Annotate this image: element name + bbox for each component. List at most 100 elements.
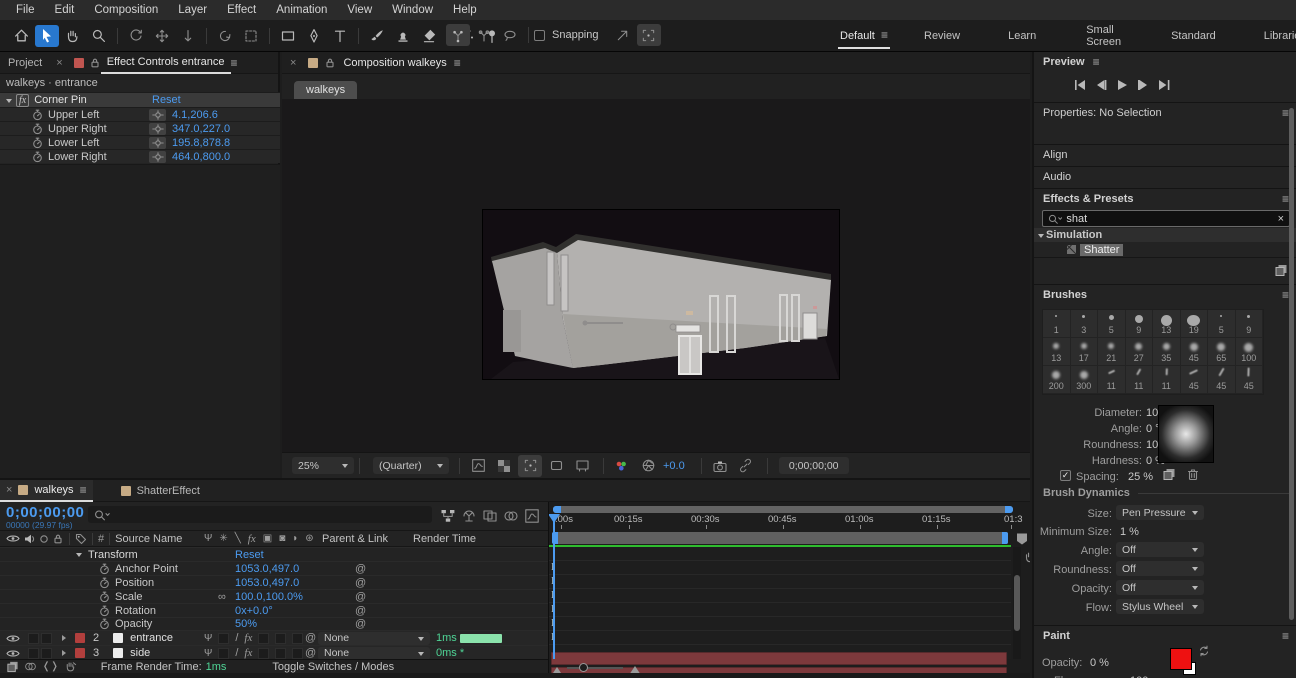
work-area-end-handle[interactable]: [1002, 532, 1008, 544]
composition-viewer[interactable]: [282, 99, 1030, 452]
pickwhip-icon[interactable]: @: [355, 577, 366, 589]
collapse-group-icon[interactable]: [1038, 234, 1044, 241]
panel-scrollbar[interactable]: [1289, 108, 1294, 620]
snap-features-icon[interactable]: [637, 24, 661, 46]
switch-box[interactable]: [275, 648, 286, 659]
brush-preset[interactable]: 100: [1236, 338, 1264, 366]
expand-layer-icon[interactable]: [62, 635, 69, 641]
corner-target-icon[interactable]: [149, 109, 166, 121]
orbit-camera-tool[interactable]: [124, 25, 148, 47]
pickwhip-icon[interactable]: @: [355, 618, 366, 630]
panel-menu-icon[interactable]: ≡: [231, 56, 238, 70]
mask-visibility-icon[interactable]: [544, 455, 568, 477]
effects-group-row[interactable]: Simulation: [1034, 228, 1296, 242]
snap-arrow-icon[interactable]: [611, 24, 635, 46]
menu-help[interactable]: Help: [443, 4, 487, 16]
transform-reset-link[interactable]: Reset: [235, 549, 264, 561]
zoom-tool[interactable]: [87, 25, 111, 47]
constrain-proportions-icon[interactable]: ∞: [218, 591, 226, 603]
viewer-timecode[interactable]: 0;00;00;00: [779, 457, 849, 474]
brush-preset[interactable]: 9: [1126, 310, 1154, 338]
timeline-h-scrollbar[interactable]: [553, 506, 1013, 513]
pickwhip-icon[interactable]: @: [355, 605, 366, 617]
min-size-value[interactable]: 1 %: [1120, 526, 1139, 538]
new-animation-preset-icon[interactable]: [1274, 263, 1288, 277]
toggle-switches-modes-button[interactable]: Toggle Switches / Modes: [272, 661, 394, 673]
solo-toggle[interactable]: [41, 648, 52, 659]
brush-preset[interactable]: 11: [1126, 366, 1154, 394]
brush-preset[interactable]: 45: [1208, 366, 1236, 394]
effect-header-row[interactable]: fx Corner Pin Reset: [0, 92, 280, 107]
brush-preset[interactable]: 11: [1153, 366, 1181, 394]
brush-preset[interactable]: 19: [1181, 310, 1209, 338]
dolly-camera-tool[interactable]: [176, 25, 200, 47]
panel-menu-icon[interactable]: ≡: [454, 56, 461, 70]
layer-label-chip[interactable]: [75, 633, 85, 643]
frame-blending-icon[interactable]: [482, 508, 498, 524]
param-value[interactable]: 4.1,206.6: [172, 109, 218, 121]
brush-preset[interactable]: 17: [1071, 338, 1099, 366]
effects-item-row[interactable]: Shatter: [1034, 242, 1296, 257]
brush-preset[interactable]: 9: [1236, 310, 1264, 338]
layer-visibility-icon[interactable]: [6, 649, 20, 658]
last-frame-button[interactable]: [1158, 80, 1170, 90]
foreground-color-swatch[interactable]: [1170, 648, 1192, 670]
show-snapshot-icon[interactable]: [734, 455, 758, 477]
switch-box[interactable]: [218, 648, 229, 659]
anchor-switch-icon[interactable]: Ψ: [204, 648, 212, 659]
zoom-in-mountain-icon[interactable]: [629, 660, 641, 673]
property-value[interactable]: 1053.0,497.0: [235, 563, 299, 575]
switch-box[interactable]: [292, 648, 303, 659]
layer-label-chip[interactable]: [75, 648, 85, 658]
guides-options-icon[interactable]: [570, 455, 594, 477]
brush-preset[interactable]: 45: [1236, 366, 1264, 394]
workspace-review[interactable]: Review: [922, 24, 962, 47]
region-of-interest-icon[interactable]: [518, 455, 542, 477]
quality-switch-icon[interactable]: /: [235, 647, 238, 659]
brush-preset[interactable]: 200: [1043, 366, 1071, 394]
effect-reset-link[interactable]: Reset: [152, 94, 181, 106]
expand-in-out-icon[interactable]: ❬❭: [42, 661, 59, 672]
property-value[interactable]: 50%: [235, 618, 257, 630]
layer-visibility-icon[interactable]: [6, 634, 20, 643]
align-title[interactable]: Align: [1043, 149, 1067, 161]
brush-preset[interactable]: 21: [1098, 338, 1126, 366]
fx-badge-icon[interactable]: fx: [16, 94, 29, 107]
fast-previews-icon[interactable]: [466, 455, 490, 477]
spacing-value[interactable]: 25 %: [1128, 471, 1153, 483]
time-ruler[interactable]: :00s 00:15s 00:30s 00:45s 01:00s 01:15s …: [549, 514, 1030, 530]
play-button[interactable]: [1116, 80, 1128, 90]
menu-layer[interactable]: Layer: [168, 4, 217, 16]
type-tool[interactable]: [328, 25, 352, 47]
audio-toggle[interactable]: [28, 633, 39, 644]
flow-dropdown[interactable]: Stylus Wheel: [1116, 599, 1204, 614]
layer-color-box[interactable]: [113, 648, 123, 658]
hand-tool[interactable]: [61, 25, 85, 47]
workspace-standard[interactable]: Standard: [1169, 24, 1218, 47]
camera-tool[interactable]: [239, 25, 263, 47]
effect-item-label[interactable]: Shatter: [1080, 244, 1123, 256]
stopwatch-icon[interactable]: [99, 563, 110, 575]
new-brush-icon[interactable]: [1162, 467, 1176, 481]
brush-preset[interactable]: 27: [1126, 338, 1154, 366]
brush-preset[interactable]: 3: [1071, 310, 1099, 338]
stopwatch-icon[interactable]: [99, 618, 110, 630]
timeline-hand-icon[interactable]: [1023, 550, 1030, 564]
layer-row-entrance[interactable]: 2 entrance Ψ / fx @ None 1ms: [0, 630, 548, 645]
stopwatch-icon[interactable]: [99, 591, 110, 603]
tab-composition[interactable]: Composition walkeys: [336, 57, 453, 69]
zoom-slider-knob[interactable]: [579, 663, 588, 672]
brushes-title[interactable]: Brushes: [1043, 289, 1087, 301]
spacing-checkbox[interactable]: ✓: [1060, 470, 1071, 481]
expand-layer-icon[interactable]: [62, 650, 69, 656]
panel-menu-icon[interactable]: ≡: [1282, 192, 1289, 206]
zoom-slider[interactable]: [567, 667, 623, 669]
menu-composition[interactable]: Composition: [84, 4, 168, 16]
draft-3d-icon[interactable]: [461, 508, 477, 524]
audio-title[interactable]: Audio: [1043, 171, 1071, 183]
tab-project[interactable]: Project: [0, 57, 50, 69]
corner-target-icon[interactable]: [149, 151, 166, 163]
effects-search-input[interactable]: [1066, 213, 1277, 225]
panel-menu-icon[interactable]: ≡: [1282, 629, 1289, 643]
timeline-zoom-control[interactable]: [553, 660, 641, 673]
